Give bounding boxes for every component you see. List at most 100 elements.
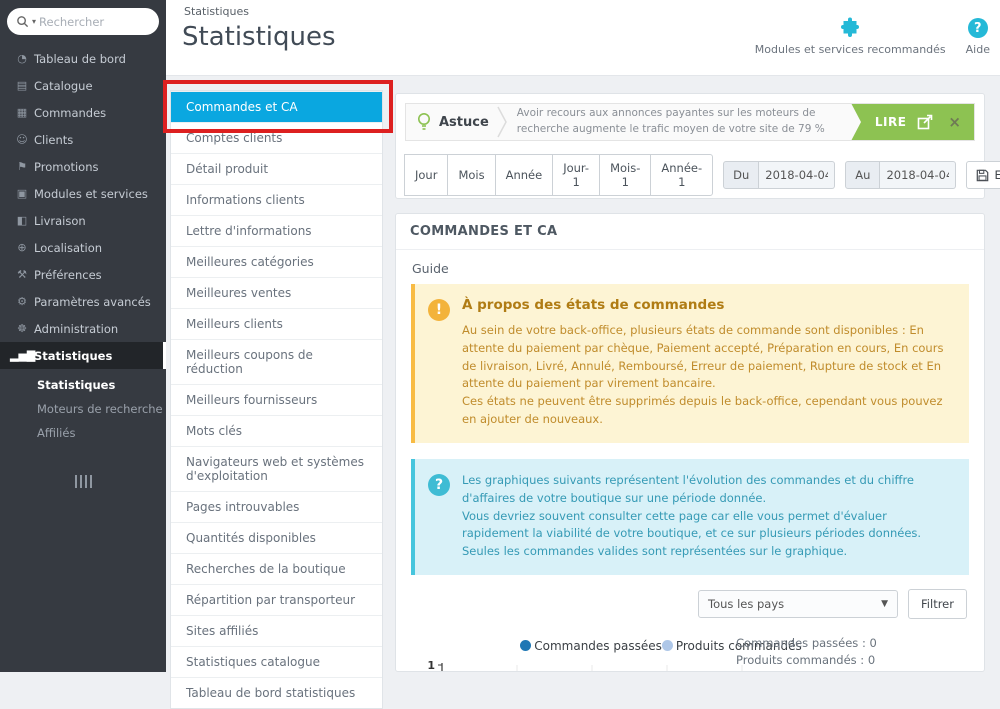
date-toolbar: Jour Mois Année Jour-1 Mois-1 Année-1 Du…	[404, 154, 1000, 196]
tip-close-button[interactable]: ×	[948, 113, 961, 131]
external-link-icon[interactable]	[917, 114, 933, 130]
stats-menu-item-label: Détail produit	[186, 162, 269, 176]
legend-dot-icon	[661, 640, 673, 652]
stats-menu-item[interactable]: Répartition par transporteur	[171, 584, 382, 615]
stats-menu-item[interactable]: Statistiques catalogue	[171, 646, 382, 677]
save-button[interactable]: Enregistrer	[966, 161, 1000, 189]
search-input[interactable]	[39, 14, 150, 29]
stats-menu-item-label: Statistiques catalogue	[186, 655, 320, 669]
floppy-disk-icon	[977, 169, 989, 181]
sidebar-item[interactable]: ◧ Livraison	[0, 207, 166, 234]
sidebar-item[interactable]: ▂▅▇ Statistiques	[0, 342, 166, 369]
legend-label: Commandes passées	[534, 638, 662, 653]
stats-menu-item-label: Comptes clients	[186, 131, 283, 145]
stats-menu-item[interactable]: Mots clés	[171, 415, 382, 446]
stats-menu-item[interactable]: Lettre d'informations	[171, 215, 382, 246]
orders-icon: ▦	[16, 106, 28, 119]
sidebar-subitem[interactable]: Affiliés	[0, 421, 166, 445]
stats-menu-item[interactable]: Meilleurs fournisseurs	[171, 384, 382, 415]
tip-read-button[interactable]: LIRE	[875, 115, 907, 129]
panel-title: COMMANDES ET CA	[396, 214, 984, 250]
range-button-group: Jour Mois Année Jour-1 Mois-1 Année-1	[404, 154, 714, 196]
sidebar-item[interactable]: ⊕ Localisation	[0, 234, 166, 261]
filter-button[interactable]: Filtrer	[908, 588, 967, 619]
search-icon	[17, 16, 29, 28]
shipping-icon: ◧	[16, 214, 28, 227]
sidebar-item[interactable]: ⚒ Préférences	[0, 261, 166, 288]
date-from-label: Du	[723, 161, 760, 189]
sidebar-item[interactable]: ☺ Clients	[0, 126, 166, 153]
country-select[interactable]: Tous les pays ▼	[698, 589, 899, 618]
breadcrumb: Statistiques	[184, 5, 249, 18]
localization-icon: ⊕	[17, 241, 27, 254]
stats-menu-item-label: Commandes et CA	[186, 100, 298, 114]
modules-recommended-button[interactable]: Modules et services recommandés	[755, 16, 946, 56]
stats-menu-item-label: Informations clients	[186, 193, 305, 207]
sidebar: ▾ ◔ Tableau de bord ▤ Catalogue ▦ Comman…	[0, 0, 166, 672]
warning-body-1: Au sein de votre back-office, plusieurs …	[462, 323, 944, 391]
sidebar-subitem[interactable]: Statistiques	[0, 373, 166, 397]
sidebar-item-label: Statistiques	[34, 348, 113, 363]
legend-dot-icon	[520, 640, 532, 652]
help-button[interactable]: ? Aide	[966, 18, 990, 56]
save-button-label: Enregistrer	[994, 168, 1000, 182]
range-button[interactable]: Jour-1	[552, 154, 601, 196]
date-to-input[interactable]	[880, 161, 957, 189]
sidebar-item-label: Paramètres avancés	[34, 294, 151, 309]
sidebar-item[interactable]: ◔ Tableau de bord	[0, 45, 166, 72]
range-button[interactable]: Année-1	[650, 154, 714, 196]
sidebar-item[interactable]: ☸ Administration	[0, 315, 166, 342]
sidebar-item[interactable]: ▣ Modules et services	[0, 180, 166, 207]
page-header: Statistiques Statistiques Modules et ser…	[166, 0, 1000, 76]
range-button[interactable]: Mois	[447, 154, 496, 196]
sidebar-subitem-label: Affiliés	[37, 426, 76, 440]
sidebar-item-label: Tableau de bord	[34, 51, 126, 66]
range-button[interactable]: Mois-1	[599, 154, 652, 196]
warning-alert: ! À propos des états de commandes Au sei…	[411, 284, 969, 443]
help-label: Aide	[965, 43, 990, 56]
promotions-icon: ⚑	[17, 160, 27, 173]
stats-menu-item[interactable]: Détail produit	[171, 153, 382, 184]
stats-menu-item-label: Répartition par transporteur	[186, 593, 356, 607]
chart-summary: Commandes passées : 0 Produits commandés…	[736, 635, 968, 671]
sidebar-item[interactable]: ▤ Catalogue	[0, 72, 166, 99]
stats-menu-item-label: Navigateurs web et systèmes d'exploitati…	[186, 455, 364, 483]
sidebar-item[interactable]: ⚙ Paramètres avancés	[0, 288, 166, 315]
stats-menu-item[interactable]: Recherches de la boutique	[171, 553, 382, 584]
sidebar-item-label: Promotions	[34, 159, 99, 174]
search-scope-caret-icon[interactable]: ▾	[32, 17, 36, 26]
svg-text:1: 1	[427, 659, 435, 672]
stats-menu-item[interactable]: Quantités disponibles	[171, 522, 382, 553]
stats-menu-item[interactable]: Sites affiliés	[171, 615, 382, 646]
sidebar-subitem[interactable]: Moteurs de recherche	[0, 397, 166, 421]
administration-icon: ☸	[17, 322, 27, 335]
date-from-group: Du	[723, 161, 836, 189]
date-from-input[interactable]	[759, 161, 836, 189]
stats-menu-item[interactable]: Meilleures ventes	[171, 277, 382, 308]
stats-menu-item[interactable]: Comptes clients	[171, 122, 382, 153]
global-search[interactable]: ▾	[7, 8, 159, 35]
stats-menu-item-label: Mots clés	[186, 424, 243, 438]
sidebar-item[interactable]: ⚑ Promotions	[0, 153, 166, 180]
range-button[interactable]: Année	[494, 154, 554, 196]
tip-bar: Astuce Avoir recours aux annonces payant…	[405, 103, 975, 141]
range-button[interactable]: Jour	[404, 154, 449, 196]
stats-menu: Commandes et CA Comptes clients Détail p…	[170, 90, 383, 709]
stats-menu-item[interactable]: Informations clients	[171, 184, 382, 215]
sidebar-collapse-grip-icon[interactable]	[72, 475, 94, 488]
stats-menu-item[interactable]: Tableau de bord statistiques	[171, 677, 382, 708]
puzzle-icon	[841, 17, 860, 37]
sidebar-item-label: Catalogue	[34, 78, 93, 93]
stats-menu-item[interactable]: Pages introuvables	[171, 491, 382, 522]
stats-menu-item[interactable]: Commandes et CA	[171, 91, 382, 122]
chevron-right-icon	[497, 106, 507, 138]
info-line: Vous devriez souvent consulter cette pag…	[462, 508, 922, 541]
stats-menu-item[interactable]: Meilleures catégories	[171, 246, 382, 277]
sidebar-subitem-label: Moteurs de recherche	[37, 402, 163, 416]
stats-menu-item[interactable]: Navigateurs web et systèmes d'exploitati…	[171, 446, 382, 491]
sidebar-item-label: Préférences	[34, 267, 102, 282]
sidebar-item[interactable]: ▦ Commandes	[0, 99, 166, 126]
modules-recommended-label: Modules et services recommandés	[754, 43, 946, 56]
stats-menu-item[interactable]: Meilleurs coupons de réduction	[171, 339, 382, 384]
stats-menu-item[interactable]: Meilleurs clients	[171, 308, 382, 339]
